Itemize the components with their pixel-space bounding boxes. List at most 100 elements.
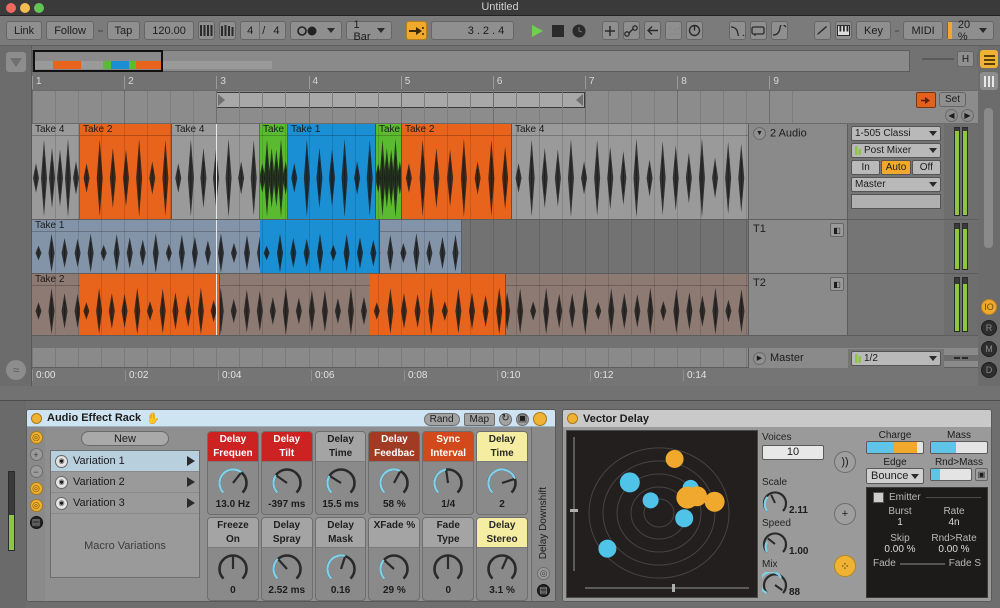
fade-curve-icon[interactable] bbox=[729, 21, 746, 40]
remove-macro-icon[interactable]: − bbox=[30, 465, 43, 478]
add-macro-icon[interactable]: + bbox=[30, 448, 43, 461]
global-quantize-caret[interactable] bbox=[377, 22, 391, 39]
track-activator-icon[interactable]: ◧ bbox=[830, 277, 844, 291]
track-row-t1[interactable]: Take 1 T1 ◧ bbox=[32, 220, 978, 274]
device-power-icon[interactable] bbox=[31, 413, 42, 424]
master-fold-icon[interactable]: ▶ bbox=[753, 352, 766, 365]
arrangement-view-icon[interactable] bbox=[980, 72, 998, 90]
locator-nav[interactable]: ◀ ▶ bbox=[945, 109, 974, 122]
camera-icon[interactable]: ◉ bbox=[55, 476, 68, 489]
rand-button[interactable]: Rand bbox=[424, 413, 460, 426]
monitor-auto-button[interactable]: Auto bbox=[881, 160, 910, 175]
arrangement-record-icon[interactable] bbox=[406, 21, 426, 40]
audio-clip[interactable]: Take 2 bbox=[402, 124, 512, 219]
horizontal-slider-track[interactable] bbox=[585, 587, 749, 589]
variation-list[interactable]: ◉ Variation 1 ◉ Variation 2 ◉ Variation … bbox=[50, 450, 200, 578]
overview-selection[interactable] bbox=[33, 50, 163, 72]
macro-knob[interactable] bbox=[376, 465, 412, 501]
cpu-load-meter[interactable]: 20 % bbox=[947, 21, 994, 40]
mixer-button[interactable]: M bbox=[981, 341, 997, 357]
edge-selector[interactable]: Bounce bbox=[866, 468, 924, 484]
refresh-icon[interactable]: ↻ bbox=[499, 413, 512, 426]
macro-control[interactable]: DelaySpray 2.52 ms bbox=[261, 517, 313, 601]
horizontal-slider-handle[interactable] bbox=[672, 584, 675, 592]
midi-map-button[interactable]: MIDI bbox=[903, 21, 942, 40]
song-position-display[interactable]: 0 3. 2. 4 bbox=[431, 21, 515, 40]
device-power-icon[interactable] bbox=[567, 413, 578, 424]
macro-knob[interactable] bbox=[269, 551, 305, 587]
speed-knob[interactable] bbox=[762, 531, 788, 557]
emitter-checkbox[interactable] bbox=[873, 492, 884, 503]
metronome-icon[interactable] bbox=[198, 21, 215, 40]
clip-name[interactable]: Take 1 bbox=[32, 220, 461, 232]
mix-knob[interactable] bbox=[762, 572, 788, 598]
list-item[interactable]: ◉ Variation 3 bbox=[51, 493, 199, 514]
macro-control[interactable]: DelayTilt -397 ms bbox=[261, 431, 313, 515]
device-list-icon[interactable]: ◎ bbox=[30, 499, 43, 512]
track-name-t1[interactable]: T1 ◧ bbox=[748, 220, 848, 273]
loop-region-icon[interactable] bbox=[750, 21, 767, 40]
time-sig-denominator[interactable]: 4 bbox=[267, 22, 285, 39]
track-row-t2[interactable]: Take 2 T2 ◧ bbox=[32, 274, 978, 336]
track-row-audio[interactable]: Take 4Take 2Take 4Take 1Take 1Take 1Take… bbox=[32, 124, 978, 220]
audio-clip[interactable] bbox=[370, 274, 506, 335]
next-locator-icon[interactable]: ▶ bbox=[961, 109, 974, 122]
vector-xy-pad[interactable] bbox=[566, 430, 758, 598]
monitor-off-button[interactable]: Off bbox=[912, 160, 941, 175]
crossfade-icon[interactable]: ≈ bbox=[6, 360, 26, 380]
macro-control[interactable]: DelayTime 15.5 ms bbox=[315, 431, 367, 515]
capture-midi-icon[interactable] bbox=[665, 21, 682, 40]
output-channel-selector[interactable] bbox=[851, 194, 941, 209]
audio-clip[interactable]: Take 1 bbox=[260, 124, 288, 219]
burst-value[interactable]: 1 bbox=[873, 517, 927, 528]
clip-name[interactable]: Take 1 bbox=[260, 124, 287, 136]
automation-mode-icon[interactable] bbox=[623, 21, 640, 40]
back-to-arrangement-icon[interactable] bbox=[644, 21, 661, 40]
play-variation-icon[interactable] bbox=[187, 498, 195, 508]
macro-knob[interactable] bbox=[376, 551, 412, 587]
record-quantize-selector[interactable] bbox=[290, 21, 342, 40]
play-variation-icon[interactable] bbox=[187, 477, 195, 487]
camera-icon[interactable]: ◉ bbox=[55, 497, 68, 510]
fade-slider[interactable] bbox=[900, 563, 945, 565]
macro-knob[interactable] bbox=[215, 465, 251, 501]
follow-button[interactable]: Follow bbox=[46, 21, 94, 40]
master-output-selector[interactable]: 1/2 bbox=[851, 351, 941, 366]
tempo-field[interactable]: 120.00 bbox=[144, 21, 194, 40]
audio-clip[interactable]: Take 1 bbox=[376, 124, 402, 219]
metronome-alt-icon[interactable] bbox=[219, 21, 236, 40]
fade-in-icon[interactable] bbox=[771, 21, 788, 40]
macro-control[interactable]: DelayTime 2 bbox=[476, 431, 528, 515]
time-ruler[interactable]: 1/4 0:000:020:040:060:080:100:120:14 ▶ M… bbox=[32, 348, 978, 386]
pencil-icon[interactable] bbox=[814, 21, 831, 40]
global-quantize-value[interactable]: 1 Bar bbox=[347, 22, 376, 39]
charge-slider[interactable] bbox=[866, 441, 924, 454]
clip-name[interactable]: Take 4 bbox=[512, 124, 773, 136]
play-variation-icon[interactable] bbox=[187, 456, 195, 466]
arrangement-overview[interactable] bbox=[32, 50, 910, 72]
mass-slider[interactable] bbox=[930, 441, 988, 454]
downshift-menu-icon[interactable]: ▤ bbox=[537, 584, 550, 597]
session-view-icon[interactable] bbox=[980, 50, 998, 68]
list-item[interactable]: ◉ Variation 2 bbox=[51, 472, 199, 493]
overview-height-button[interactable]: H bbox=[957, 51, 974, 67]
audio-effect-rack[interactable]: Audio Effect Rack ✋ ◎ + − ◎ ◎ ▤ New ◉ Va… bbox=[26, 409, 556, 602]
bar-ruler[interactable]: 123456789 bbox=[32, 76, 978, 90]
master-track-row[interactable]: ▶ Master 1/2 bbox=[748, 348, 978, 368]
new-variation-button[interactable]: New bbox=[81, 431, 169, 446]
time-sig-numerator[interactable]: 4 bbox=[241, 22, 260, 39]
play-icon[interactable] bbox=[529, 21, 546, 40]
clip-name[interactable]: Take 2 bbox=[402, 124, 511, 136]
audio-clip[interactable]: Take 4 bbox=[512, 124, 774, 219]
locator-controls[interactable]: Set ◀ ▶ bbox=[916, 90, 978, 124]
macro-control[interactable]: XFade % 29 % bbox=[368, 517, 420, 601]
time-signature[interactable]: 4 / 4 bbox=[240, 21, 286, 40]
macro-control[interactable]: DelayFeedbac 58 % bbox=[368, 431, 420, 515]
clip-name[interactable]: Take 2 bbox=[80, 124, 171, 136]
clip-canvas[interactable]: Take 1 bbox=[32, 220, 748, 273]
audio-clip[interactable] bbox=[260, 220, 380, 273]
vertical-slider-handle[interactable] bbox=[570, 509, 578, 512]
punch-record-icon[interactable] bbox=[916, 92, 936, 108]
macro-show-icon[interactable]: ◎ bbox=[30, 431, 43, 444]
macro-knob[interactable] bbox=[430, 465, 466, 501]
